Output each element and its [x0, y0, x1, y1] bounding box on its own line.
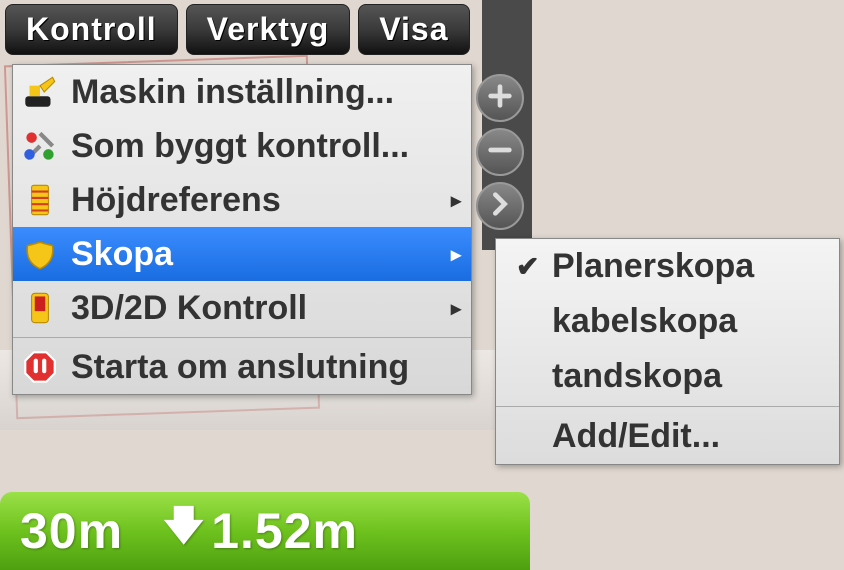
kabelskopa-item[interactable]: kabelskopa: [496, 294, 839, 349]
status-value: 1.52m: [211, 502, 358, 560]
status-value: 30m: [20, 502, 123, 560]
submenu-item-label: kabelskopa: [552, 302, 737, 341]
submenu-item-label: tandskopa: [552, 357, 722, 396]
maskin-installning-item[interactable]: Maskin inställning...: [13, 65, 471, 119]
submenu-separator: [496, 406, 839, 407]
bucket-icon: [19, 233, 61, 275]
som-byggt-kontroll-item[interactable]: Som byggt kontroll...: [13, 119, 471, 173]
zoom-out-button[interactable]: [476, 128, 524, 176]
zoom-in-button[interactable]: [476, 74, 524, 122]
hojdreferens-item[interactable]: Höjdreferens ▸: [13, 173, 471, 227]
add-edit-item[interactable]: Add/Edit...: [496, 409, 839, 464]
visa-menu[interactable]: Visa: [358, 4, 469, 55]
submenu-item-label: Planerskopa: [552, 247, 754, 286]
verktyg-menu[interactable]: Verktyg: [186, 4, 351, 55]
down-arrow-icon: 🡇: [163, 497, 205, 565]
submenu-arrow-icon: ▸: [451, 296, 461, 321]
chevron-right-icon: [486, 190, 514, 223]
submenu-arrow-icon: ▸: [451, 242, 461, 267]
kontroll-dropdown: Maskin inställning... Som byggt kontroll…: [12, 64, 472, 395]
menubar: Kontroll Verktyg Visa: [5, 0, 470, 59]
zoom-controls: [476, 74, 524, 230]
3d-2d-kontroll-item[interactable]: 3D/2D Kontroll ▸: [13, 281, 471, 335]
menu-item-label: Som byggt kontroll...: [71, 127, 461, 166]
menu-item-label: Maskin inställning...: [71, 73, 461, 112]
height-ref-icon: [19, 179, 61, 221]
skopa-submenu: ✔ Planerskopa kabelskopa tandskopa Add/E…: [495, 238, 840, 465]
excavator-icon: [19, 71, 61, 113]
menu-separator: [13, 337, 471, 338]
status-distance-1: 30m: [20, 502, 123, 560]
submenu-item-label: Add/Edit...: [552, 417, 720, 456]
device-icon: [19, 287, 61, 329]
forward-button[interactable]: [476, 182, 524, 230]
kontroll-menu[interactable]: Kontroll: [5, 4, 178, 55]
menu-item-label: Starta om anslutning: [71, 348, 461, 387]
planerskopa-item[interactable]: ✔ Planerskopa: [496, 239, 839, 294]
starta-om-anslutning-item[interactable]: Starta om anslutning: [13, 340, 471, 394]
status-bar: 30m 🡇 1.52m: [0, 492, 530, 570]
skopa-item[interactable]: Skopa ▸: [13, 227, 471, 281]
menu-item-label: Höjdreferens: [71, 181, 451, 220]
checkmark-icon: ✔: [516, 250, 552, 283]
stop-icon: [19, 346, 61, 388]
tandskopa-item[interactable]: tandskopa: [496, 349, 839, 404]
tools-icon: [19, 125, 61, 167]
status-distance-2: 🡇 1.52m: [163, 497, 358, 565]
plus-icon: [486, 82, 514, 115]
menu-item-label: Skopa: [71, 235, 451, 274]
menu-item-label: 3D/2D Kontroll: [71, 289, 451, 328]
submenu-arrow-icon: ▸: [451, 188, 461, 213]
minus-icon: [486, 136, 514, 169]
